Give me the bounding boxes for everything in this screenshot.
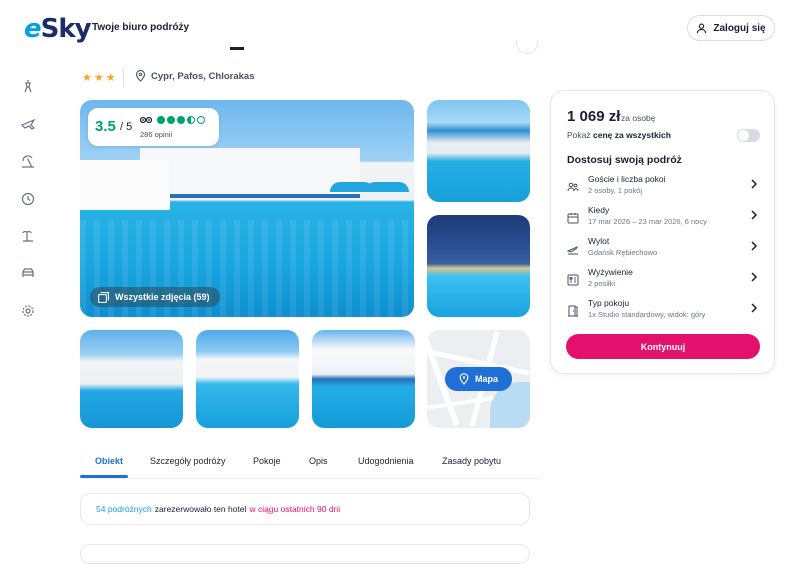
option-value: 1x Studio standardowy, widok: góry bbox=[588, 310, 706, 319]
option-guests[interactable]: Goście i liczba pokoi 2 osoby, 1 pokój bbox=[561, 174, 766, 202]
option-label: Wylot bbox=[588, 236, 610, 246]
tab-opis[interactable]: Opis bbox=[309, 456, 328, 466]
booked-count: 54 podróżnych bbox=[96, 504, 152, 514]
option-value: 2 posiłki bbox=[588, 279, 616, 288]
tab-pokoje[interactable]: Pokoje bbox=[253, 456, 281, 466]
rating-dot bbox=[177, 116, 185, 124]
booked-period: w ciągu ostatnich 90 dni bbox=[249, 504, 341, 514]
hotel-photo[interactable] bbox=[312, 330, 415, 428]
rating-card[interactable]: 3.5 / 5 286 opinii bbox=[88, 108, 219, 146]
rating-dot bbox=[157, 116, 165, 124]
rating-dots bbox=[157, 116, 205, 124]
option-departure[interactable]: Wylot Gdańsk Rębiechowo bbox=[561, 236, 766, 264]
chevron-right-icon bbox=[751, 210, 758, 220]
option-room-type[interactable]: Typ pokoju 1x Studio standardowy, widok:… bbox=[561, 298, 766, 326]
hotel-photo[interactable] bbox=[427, 100, 530, 202]
option-value: 17 mar 2026 – 23 mar 2026, 6 nocy bbox=[588, 217, 707, 226]
tower-icon[interactable] bbox=[20, 78, 36, 94]
continue-button[interactable]: Kontynuuj bbox=[566, 334, 760, 359]
tab-szczegoly-podrozy[interactable]: Szczegóły podróży bbox=[150, 456, 226, 466]
calendar-icon bbox=[567, 211, 579, 224]
option-value: Gdańsk Rębiechowo bbox=[588, 248, 658, 257]
price: 1 069 zł bbox=[567, 108, 621, 125]
tagline: Twoje biuro podróży bbox=[92, 22, 190, 33]
option-label: Goście i liczba pokoi bbox=[588, 174, 666, 184]
option-meals[interactable]: Wyżywienie 2 posiłki bbox=[561, 267, 766, 295]
tab-obiekt[interactable]: Obiekt bbox=[95, 456, 123, 466]
active-tab-indicator bbox=[80, 475, 128, 478]
gear-icon[interactable] bbox=[20, 303, 36, 319]
login-label: Zaloguj się bbox=[713, 22, 766, 34]
map-label: Mapa bbox=[474, 374, 498, 384]
plane-icon[interactable] bbox=[20, 116, 36, 132]
hotel-photo[interactable] bbox=[427, 215, 530, 317]
review-count: 286 opinii bbox=[140, 130, 173, 139]
all-photos-label: Wszystkie zdjęcia (59) bbox=[115, 292, 210, 302]
tripadvisor-icon bbox=[140, 116, 152, 124]
tab-udogodnienia[interactable]: Udogodnienia bbox=[358, 456, 414, 466]
island-icon[interactable] bbox=[20, 228, 36, 244]
map-pin-icon bbox=[135, 70, 146, 82]
option-label: Wyżywienie bbox=[588, 267, 633, 277]
all-photos-button[interactable]: Wszystkie zdjęcia (59) bbox=[90, 287, 220, 307]
rating-max: / 5 bbox=[120, 121, 133, 133]
guests-icon bbox=[567, 180, 579, 192]
rating-score: 3.5 bbox=[95, 118, 116, 135]
map-pin-icon bbox=[459, 373, 469, 385]
hotel-title-fragment bbox=[80, 40, 540, 60]
chevron-right-icon bbox=[751, 179, 758, 189]
price-per: za osobę bbox=[621, 113, 656, 123]
next-section-card bbox=[80, 544, 530, 564]
hotel-photo[interactable] bbox=[196, 330, 299, 428]
user-icon bbox=[697, 23, 707, 33]
hotel-photo[interactable] bbox=[80, 330, 183, 428]
option-dates[interactable]: Kiedy 17 mar 2026 – 23 mar 2026, 6 nocy bbox=[561, 205, 766, 233]
share-button[interactable] bbox=[516, 40, 538, 54]
hotel-stars: ★★★ bbox=[82, 72, 118, 84]
login-button[interactable]: Zaloguj się bbox=[687, 15, 775, 41]
option-value: 2 osoby, 1 pokój bbox=[588, 186, 643, 195]
meal-icon bbox=[567, 273, 579, 286]
door-icon bbox=[567, 304, 579, 317]
chevron-right-icon bbox=[751, 241, 758, 251]
clock-icon[interactable] bbox=[20, 191, 36, 207]
tab-zasady-pobytu[interactable]: Zasady pobytu bbox=[442, 456, 501, 466]
booked-notice: 54 podróżnych zarezerwowało ten hotel w … bbox=[80, 493, 530, 525]
rating-dot bbox=[187, 116, 195, 124]
section-tabs: Obiekt Szczegóły podróży Pokoje Opis Udo… bbox=[80, 449, 540, 479]
total-price-toggle-label: Pokaż cenę za wszystkich bbox=[567, 130, 671, 140]
total-price-toggle[interactable] bbox=[737, 129, 760, 142]
booking-card: 1 069 zł za osobę Pokaż cenę za wszystki… bbox=[550, 90, 775, 374]
map-button[interactable]: Mapa bbox=[445, 367, 512, 391]
divider bbox=[123, 66, 124, 88]
beach-umbrella-icon[interactable] bbox=[20, 153, 36, 169]
takeoff-icon bbox=[566, 242, 579, 255]
rating-dot bbox=[167, 116, 175, 124]
option-label: Typ pokoju bbox=[588, 298, 630, 308]
chevron-right-icon bbox=[751, 303, 758, 313]
gallery-icon bbox=[98, 291, 109, 303]
customize-title: Dostosuj swoją podróż bbox=[567, 154, 682, 166]
hotel-location[interactable]: Cypr, Pafos, Chlorakas bbox=[135, 70, 254, 82]
chevron-right-icon bbox=[751, 272, 758, 282]
booked-middle: zarezerwowało ten hotel bbox=[154, 504, 247, 514]
location-text: Cypr, Pafos, Chlorakas bbox=[151, 70, 255, 82]
option-label: Kiedy bbox=[588, 205, 610, 215]
car-icon[interactable] bbox=[20, 265, 36, 281]
rating-dot bbox=[197, 116, 205, 124]
